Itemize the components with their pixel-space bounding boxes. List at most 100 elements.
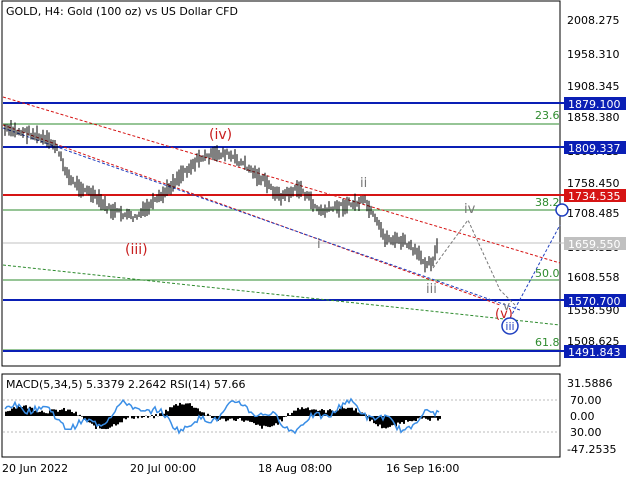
- fib-label-618: 61.8: [535, 336, 560, 349]
- wave-label-i: i: [317, 237, 321, 252]
- level-tag-1734: 1734.535: [568, 190, 621, 203]
- macd-bar: [243, 416, 245, 422]
- fib-label-382: 38.2: [535, 196, 560, 209]
- price-tick: 1958.310: [567, 48, 620, 61]
- macd-bar: [257, 416, 259, 425]
- indicator-tick: 0.00: [570, 410, 595, 423]
- macd-bar: [349, 408, 351, 416]
- macd-bar: [191, 406, 193, 416]
- macd-bar: [151, 415, 153, 416]
- macd-bar: [231, 416, 233, 418]
- wave-label-iv-projection: iv: [464, 202, 476, 217]
- macd-bar: [387, 416, 389, 428]
- macd-bar: [67, 410, 69, 416]
- price-tick: 2008.275: [567, 14, 620, 27]
- macd-bar: [405, 416, 407, 420]
- macd-bar: [291, 413, 293, 416]
- macd-bar: [283, 416, 285, 417]
- macd-bar: [185, 403, 187, 416]
- macd-bar: [301, 407, 303, 416]
- macd-bar: [237, 416, 239, 419]
- macd-bar: [225, 416, 227, 421]
- macd-bar: [11, 409, 13, 416]
- macd-bar: [211, 416, 213, 418]
- macd-bar: [171, 407, 173, 416]
- macd-bar: [279, 416, 281, 420]
- indicator-tick: -47.2535: [567, 443, 616, 456]
- macd-bar: [307, 407, 309, 416]
- macd-bar: [39, 412, 41, 416]
- macd-bar: [329, 409, 331, 416]
- macd-bar: [255, 416, 257, 425]
- macd-bar: [177, 406, 179, 416]
- macd-bar: [263, 416, 265, 426]
- macd-bar: [147, 416, 149, 418]
- macd-bar: [115, 416, 117, 426]
- macd-bar: [103, 416, 105, 429]
- macd-bar: [353, 410, 355, 416]
- macd-bar: [247, 416, 249, 421]
- level-tag-1659: 1659.550: [568, 238, 621, 251]
- macd-bar: [41, 411, 43, 416]
- macd-bar: [229, 416, 231, 419]
- macd-bar: [239, 416, 241, 418]
- macd-bar: [269, 416, 271, 427]
- macd-bar: [287, 413, 289, 416]
- macd-bar: [233, 416, 235, 420]
- macd-bar: [385, 416, 387, 428]
- macd-bar: [351, 408, 353, 416]
- macd-bar: [271, 416, 273, 426]
- macd-bar: [7, 411, 9, 416]
- macd-bar: [285, 416, 287, 417]
- macd-bar: [403, 416, 405, 424]
- level-tags: 1879.100 1809.337 1734.535 1659.550 1570…: [564, 97, 626, 359]
- macd-bar: [261, 416, 263, 429]
- chart-window[interactable]: 23.6 38.2 50.0 61.8 (iii) (iv) (v) ii i …: [0, 0, 640, 480]
- wave-label-ii: ii: [360, 176, 367, 191]
- chart-canvas[interactable]: 23.6 38.2 50.0 61.8 (iii) (iv) (v) ii i …: [0, 0, 640, 480]
- main-chart-frame: [2, 1, 560, 366]
- macd-bar: [141, 416, 143, 418]
- macd-bar: [175, 404, 177, 416]
- level-tag-1570: 1570.700: [568, 295, 621, 308]
- macd-bar: [209, 415, 211, 416]
- macd-bar: [117, 416, 119, 424]
- macd-bar: [61, 410, 63, 416]
- macd-bar: [439, 416, 441, 419]
- macd-bar: [123, 416, 125, 418]
- macd-bar: [133, 416, 135, 419]
- wave-label-iv-paren: (iv): [209, 127, 232, 143]
- macd-bar: [181, 404, 183, 416]
- time-label: 16 Sep 16:00: [386, 462, 459, 475]
- macd-bar: [427, 416, 429, 420]
- price-tick: 1608.558: [567, 271, 620, 284]
- macd-bar: [411, 416, 413, 421]
- macd-bar: [13, 407, 15, 416]
- macd-bar: [355, 408, 357, 416]
- macd-bar: [295, 411, 297, 416]
- macd-bar: [189, 403, 191, 416]
- macd-bar: [19, 407, 21, 416]
- macd-bar: [357, 413, 359, 416]
- macd-bar: [63, 408, 65, 416]
- macd-bar: [57, 412, 59, 416]
- price-tick: 1908.345: [567, 80, 620, 93]
- wave-label-iii-circle: iii: [505, 320, 514, 333]
- macd-bar: [65, 411, 67, 416]
- wave-label-iii: iii: [426, 282, 437, 297]
- macd-bar: [409, 416, 411, 421]
- macd-bar: [401, 416, 403, 422]
- macd-bar: [201, 412, 203, 416]
- macd-bar: [101, 416, 103, 429]
- macd-bar: [113, 416, 115, 424]
- macd-bar: [305, 408, 307, 416]
- macd-bar: [193, 408, 195, 416]
- indicator-tick: 70.00: [570, 394, 602, 407]
- macd-bar: [155, 414, 157, 416]
- macd-bar: [187, 403, 189, 416]
- macd-bar: [221, 416, 223, 419]
- time-label: 20 Jun 2022: [2, 462, 68, 475]
- macd-bar: [69, 410, 71, 416]
- macd-bar: [143, 416, 145, 417]
- fib-label-236: 23.6: [535, 109, 560, 122]
